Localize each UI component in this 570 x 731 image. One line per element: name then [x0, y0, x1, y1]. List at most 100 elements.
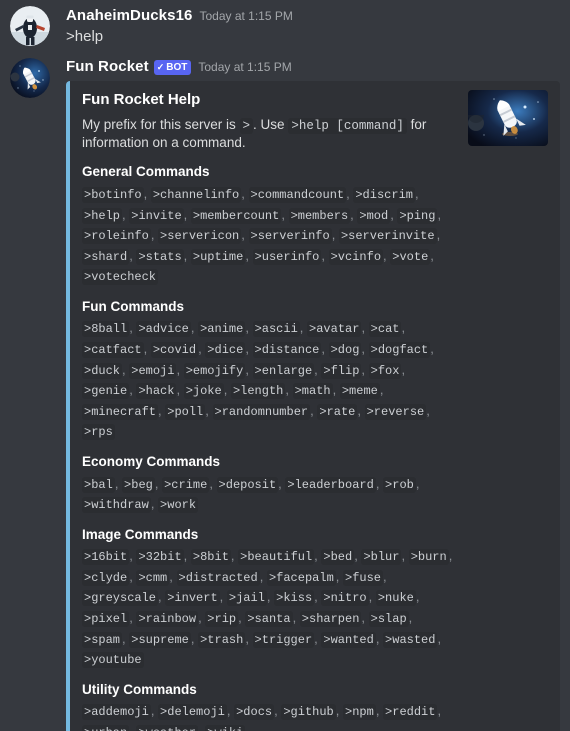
- command-chip: >help: [82, 207, 123, 224]
- command-separator: ,: [415, 475, 420, 491]
- command-chip: >npm: [343, 704, 376, 721]
- command-chip: >ascii: [252, 321, 300, 338]
- command-separator: ,: [321, 247, 329, 263]
- command-chip: >facepalm: [266, 569, 336, 586]
- command-separator: ,: [223, 382, 231, 398]
- command-chip: >avatar: [307, 321, 362, 338]
- command-separator: ,: [190, 630, 199, 646]
- command-chip: >youtube: [82, 652, 144, 669]
- command-chip: >nuke: [375, 590, 416, 607]
- command-separator: ,: [114, 475, 123, 491]
- command-separator: ,: [169, 568, 177, 584]
- command-chip: >genie: [82, 383, 130, 400]
- command-separator: ,: [401, 548, 409, 564]
- command-separator: ,: [383, 568, 387, 584]
- command-chip: >spam: [82, 631, 123, 648]
- embed-field: Fun Commands >8ball, >advice, >anime, >as…: [82, 298, 456, 442]
- embed-field: Economy Commands >bal, >beg, >crime, >dep…: [82, 453, 456, 515]
- command-chip: >fuse: [343, 569, 384, 586]
- command-chip: >kiss: [274, 590, 315, 607]
- command-chip: >withdraw: [82, 497, 151, 514]
- command-chip: >botinfo: [82, 186, 144, 203]
- message-content: >help: [66, 28, 104, 45]
- command-chip: >userinfo: [252, 248, 322, 265]
- command-separator: ,: [241, 227, 249, 243]
- command-separator: ,: [150, 496, 159, 512]
- command-chip: >emojify: [183, 362, 246, 379]
- command-chip: >commandcount: [248, 186, 347, 203]
- command-separator: ,: [408, 610, 413, 626]
- command-separator: ,: [361, 361, 369, 377]
- command-chip: >clyde: [82, 569, 130, 586]
- embed-wrapper: Fun Rocket Help My prefix for this serve…: [66, 80, 560, 731]
- command-chip: >ping: [397, 207, 438, 224]
- command-separator: ,: [299, 320, 308, 336]
- command-separator: ,: [176, 382, 184, 398]
- embed-desc-part1: My prefix for this server is: [82, 117, 240, 133]
- command-chip: >fox: [368, 362, 402, 379]
- prefix-code: >: [239, 118, 254, 135]
- command-chip: >docs: [234, 704, 275, 721]
- command-chip: >pixel: [82, 611, 130, 628]
- command-separator: ,: [143, 341, 151, 357]
- anaheimducks16-avatar[interactable]: [10, 6, 50, 46]
- command-separator: ,: [361, 610, 369, 626]
- command-separator: ,: [375, 475, 384, 491]
- command-chip: >duck: [82, 362, 123, 379]
- embed-desc-part2: . Use: [253, 117, 289, 133]
- command-chip: >rainbow: [136, 611, 199, 628]
- command-separator: ,: [205, 402, 213, 418]
- command-separator: ,: [209, 475, 217, 491]
- command-chip: >shard: [82, 248, 130, 265]
- command-separator: ,: [245, 341, 253, 357]
- command-chip: >cat: [368, 321, 402, 338]
- command-separator: ,: [437, 703, 442, 719]
- message-timestamp: Today at 1:15 PM: [199, 8, 293, 23]
- command-chip: >enlarge: [252, 362, 315, 379]
- command-separator: ,: [368, 589, 376, 605]
- command-chip: >reverse: [364, 403, 427, 420]
- command-chip: >trash: [198, 631, 246, 648]
- command-chip: >work: [158, 497, 199, 514]
- command-chip: >dog: [328, 342, 362, 359]
- command-chip: >wanted: [321, 631, 376, 648]
- rocket-in-space-thumbnail[interactable]: [468, 89, 548, 146]
- command-chip: >dogfact: [368, 342, 431, 359]
- command-separator: ,: [415, 589, 420, 605]
- command-separator: ,: [321, 341, 329, 357]
- command-chip: >uptime: [190, 248, 246, 265]
- command-chip: >greyscale: [82, 590, 159, 607]
- command-chip: >8ball: [82, 321, 130, 338]
- command-separator: ,: [437, 630, 442, 646]
- embed-field: General Commands >botinfo, >channelinfo, …: [82, 163, 456, 287]
- message-author-name[interactable]: Fun Rocket: [66, 58, 149, 77]
- message-author-name[interactable]: AnaheimDucks16: [66, 7, 192, 26]
- embed-content: Fun Rocket Help My prefix for this serve…: [82, 90, 464, 731]
- command-separator: ,: [150, 227, 159, 243]
- field-value: >16bit, >32bit, >8bit, >beautiful, >bed,…: [82, 546, 456, 670]
- command-chip: >slap: [368, 611, 409, 628]
- message-timestamp: Today at 1:15 PM: [198, 60, 292, 75]
- field-value: >bal, >beg, >crime, >deposit, >leaderboa…: [82, 474, 456, 515]
- embed-description: My prefix for this server is >. Use >hel…: [82, 116, 456, 151]
- command-chip: >burn: [408, 549, 449, 566]
- command-separator: ,: [448, 548, 453, 564]
- command-chip: >math: [292, 383, 333, 400]
- command-separator: ,: [150, 703, 159, 719]
- fun-rocket-avatar[interactable]: [10, 57, 50, 98]
- command-separator: ,: [437, 206, 442, 222]
- command-chip: >mod: [357, 207, 391, 224]
- command-chip: >rip: [205, 611, 239, 628]
- bot-badge-label: BOT: [166, 62, 188, 74]
- field-name: Fun Commands: [82, 298, 185, 314]
- command-chip: >vcinfo: [328, 248, 384, 265]
- command-separator: ,: [245, 630, 253, 646]
- command-separator: ,: [245, 247, 253, 263]
- embed-field: Image Commands >16bit, >32bit, >8bit, >be…: [82, 526, 456, 670]
- command-chip: >serverinvite: [338, 228, 437, 245]
- command-separator: ,: [335, 568, 343, 584]
- command-separator: ,: [183, 206, 191, 222]
- command-chip: >flip: [321, 362, 362, 379]
- embed-title: Fun Rocket Help: [82, 90, 201, 108]
- command-chip: >weather: [136, 725, 199, 731]
